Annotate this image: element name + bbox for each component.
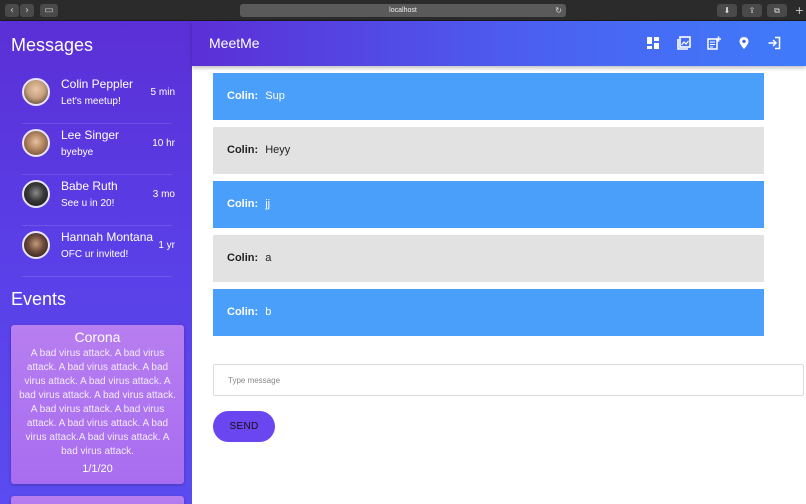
message-input[interactable] bbox=[213, 364, 804, 396]
chat-message: Colin: b bbox=[213, 289, 764, 336]
event-card[interactable]: Indie Fest bbox=[11, 496, 184, 504]
photo-library-icon[interactable] bbox=[677, 36, 691, 50]
conversation-name: Colin Peppler bbox=[61, 77, 134, 91]
url-text: localhost bbox=[389, 7, 417, 14]
avatar bbox=[22, 78, 50, 106]
conversation-item[interactable]: Hannah Montana OFC ur invited! 1 yr bbox=[22, 226, 175, 277]
avatar bbox=[22, 231, 50, 259]
conversation-time: 5 min bbox=[150, 87, 175, 98]
events-title: Events bbox=[11, 289, 67, 309]
logout-icon[interactable] bbox=[767, 36, 781, 50]
event-title: Corona bbox=[74, 329, 121, 345]
sidebar-toggle-icon[interactable]: ▭ bbox=[40, 4, 58, 17]
conversation-preview: byebye bbox=[61, 147, 94, 158]
message-sender: Colin: bbox=[227, 90, 259, 102]
message-text: b bbox=[265, 306, 272, 318]
conversation-time: 1 yr bbox=[158, 240, 175, 251]
url-bar[interactable]: localhost ↻ bbox=[240, 4, 566, 17]
chat-message: Colin: Sup bbox=[213, 73, 764, 120]
chat-message: Colin: jj bbox=[213, 181, 764, 228]
send-button[interactable]: SEND bbox=[213, 411, 275, 442]
back-icon[interactable]: ‹ bbox=[5, 4, 19, 17]
share-icon[interactable]: ⇪ bbox=[742, 4, 762, 17]
avatar bbox=[22, 180, 50, 208]
conversation-time: 10 hr bbox=[152, 138, 175, 149]
event-description: A bad virus attack. A bad virus attack. … bbox=[19, 348, 176, 457]
message-sender: Colin: bbox=[227, 252, 259, 264]
chat-message: Colin: Heyy bbox=[213, 127, 764, 174]
message-text: a bbox=[265, 252, 272, 264]
message-sender: Colin: bbox=[227, 144, 259, 156]
brand-title: MeetMe bbox=[209, 35, 260, 51]
message-sender: Colin: bbox=[227, 306, 259, 318]
message-sender: Colin: bbox=[227, 198, 259, 210]
conversation-preview: See u in 20! bbox=[61, 198, 115, 209]
sidebar: Messages Colin Peppler Let's meetup! 5 m… bbox=[0, 21, 192, 504]
forward-icon[interactable]: › bbox=[20, 4, 34, 17]
message-text: jj bbox=[265, 198, 271, 210]
event-title: Indie Fest bbox=[11, 496, 184, 504]
event-date: 1/1/20 bbox=[82, 463, 113, 475]
new-tab-icon[interactable]: + bbox=[795, 4, 804, 17]
post-add-icon[interactable] bbox=[707, 36, 721, 50]
dashboard-icon[interactable] bbox=[646, 36, 660, 50]
message-text: Sup bbox=[265, 90, 285, 102]
conversation-item[interactable]: Babe Ruth See u in 20! 3 mo bbox=[22, 175, 175, 226]
conversation-item[interactable]: Lee Singer byebye 10 hr bbox=[22, 124, 175, 175]
messages-title: Messages bbox=[11, 35, 94, 55]
app-header: MeetMe bbox=[192, 21, 806, 66]
conversation-item[interactable]: Colin Peppler Let's meetup! 5 min bbox=[22, 73, 175, 124]
reload-icon[interactable]: ↻ bbox=[555, 4, 562, 17]
conversation-name: Lee Singer bbox=[61, 128, 120, 142]
tabs-icon[interactable]: ⧉ bbox=[767, 4, 787, 17]
chat-message: Colin: a bbox=[213, 235, 764, 282]
message-text: Heyy bbox=[265, 144, 291, 156]
event-card[interactable]: Corona A bad virus attack. A bad virus a… bbox=[11, 325, 184, 484]
location-pin-icon[interactable] bbox=[737, 36, 751, 50]
conversation-preview: OFC ur invited! bbox=[61, 249, 129, 260]
conversation-time: 3 mo bbox=[152, 189, 175, 200]
conversation-preview: Let's meetup! bbox=[61, 96, 121, 107]
conversation-name: Hannah Montana bbox=[61, 230, 154, 244]
avatar bbox=[22, 129, 50, 157]
conversation-name: Babe Ruth bbox=[61, 179, 118, 193]
browser-toolbar: ‹ › ▭ localhost ↻ ⬇ ⇪ ⧉ + bbox=[0, 0, 806, 21]
download-icon[interactable]: ⬇ bbox=[717, 4, 737, 17]
